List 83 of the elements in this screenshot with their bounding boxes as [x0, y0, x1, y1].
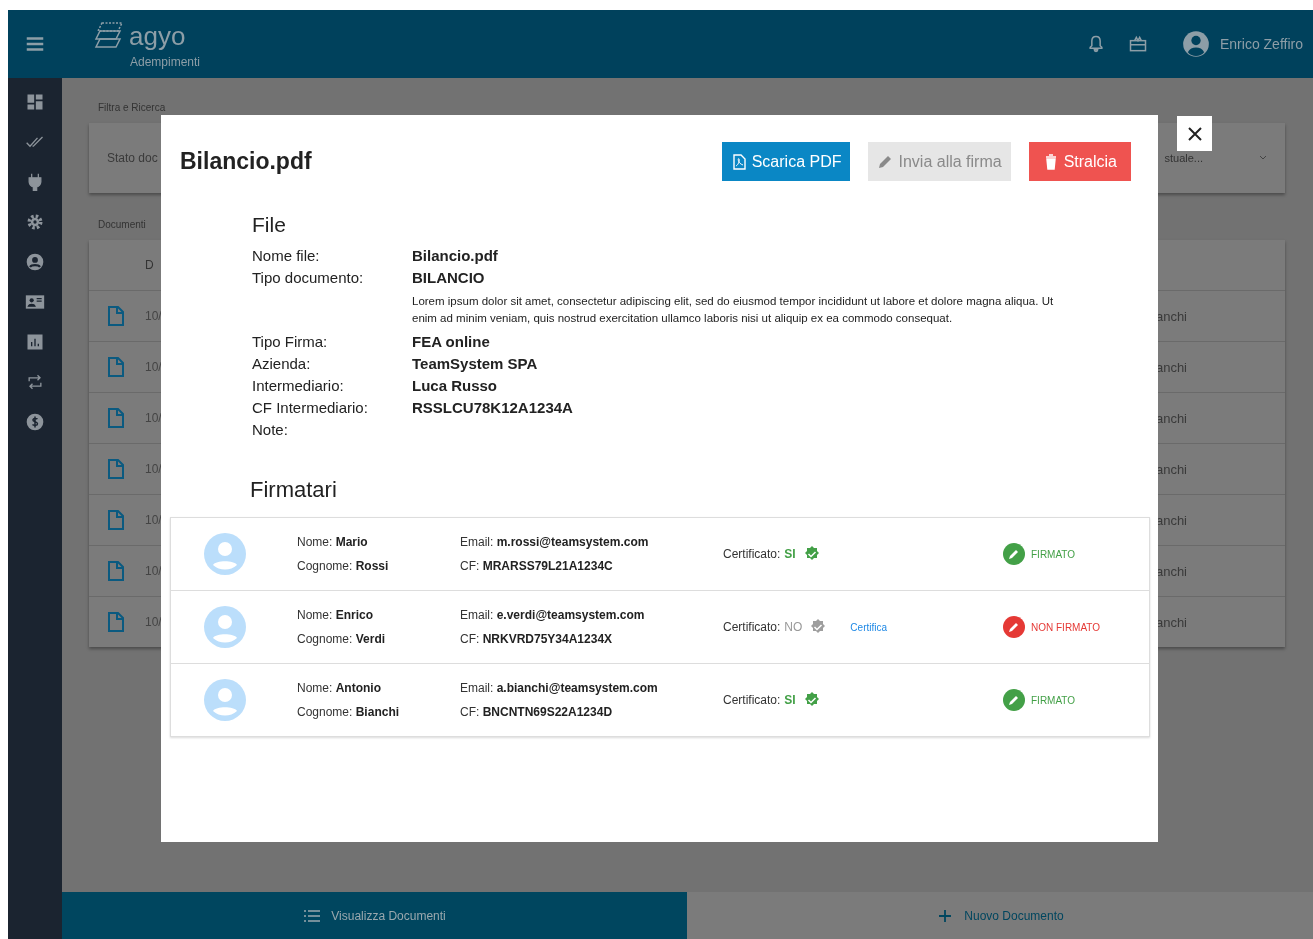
dollar-circle-icon[interactable]	[25, 412, 45, 432]
section-heading: File	[252, 213, 287, 237]
filter-field[interactable]: stuale...	[1164, 152, 1203, 164]
certificate-value: SI	[784, 547, 796, 561]
user-name[interactable]: Enrico Zeffiro	[1220, 36, 1303, 52]
field-value: Bilancio.pdf	[412, 247, 499, 265]
table-cell: 10/	[145, 309, 162, 323]
field-label: Note:	[252, 421, 289, 439]
section-heading: Firmatari	[250, 477, 338, 503]
signer-detail: Nome: Antonio	[297, 681, 382, 695]
table-cell: anchi	[1155, 410, 1187, 426]
dashboard-icon[interactable]	[25, 92, 45, 112]
signer-detail: CF: MRARSS79L21A1234C	[460, 559, 614, 573]
table-cell: anchi	[1155, 308, 1187, 324]
avatar-icon	[204, 679, 246, 721]
description-text: Lorem ipsum dolor sit amet, consectetur adipiscing elit, sed do eiusmod tempor incididunt ut labore et dolore magna aliqua. Ut enim ad minim veniam, quis nostrud exercitation ullamco laboris nisi ut aliquip ex ea commodo consequat.	[412, 294, 1055, 326]
field-value: TeamSystem SPA	[412, 355, 539, 373]
field-label: Tipo Firma:	[252, 333, 329, 351]
dialog-title: Bilancio.pdf	[180, 148, 312, 175]
bar-chart-icon[interactable]	[25, 332, 45, 352]
gear-icon[interactable]	[25, 212, 45, 232]
status-label: FIRMATO	[1031, 694, 1076, 706]
table-cell: anchi	[1155, 512, 1187, 528]
field-label: CF Intermediario:	[252, 399, 369, 417]
avatar-icon	[204, 533, 246, 575]
table-cell: anchi	[1155, 563, 1187, 579]
filter-field[interactable]: Stato doc	[107, 151, 158, 165]
gift-box-icon[interactable]	[1128, 34, 1148, 54]
column-header: D	[145, 258, 154, 272]
table-cell: 10/	[145, 360, 162, 374]
list-icon	[303, 907, 322, 924]
table-cell: anchi	[1155, 461, 1187, 477]
field-value: FEA online	[412, 333, 491, 351]
table-cell: 10/	[145, 564, 162, 578]
status-label: FIRMATO	[1031, 548, 1076, 560]
signer-detail: Email: m.rossi@teamsystem.com	[460, 535, 650, 549]
table-cell: 10/	[145, 411, 162, 425]
field-value: BILANCIO	[412, 269, 486, 287]
certificate-value: SI	[784, 693, 796, 707]
signer-detail: CF: BNCNTN69S22A1234D	[460, 705, 614, 719]
field-value: Luca Russo	[412, 377, 499, 395]
user-avatar-icon[interactable]	[1182, 30, 1210, 58]
close-button[interactable]	[1177, 116, 1212, 151]
account-circle-icon[interactable]	[25, 252, 45, 272]
field-label: Tipo documento:	[252, 269, 365, 287]
certify-link[interactable]: Certifica	[850, 621, 888, 633]
signer-detail: CF: NRKVRD75Y34A1234X	[460, 632, 614, 646]
signer-detail: Nome: Enrico	[297, 608, 375, 622]
certificate-label: Certificato:	[723, 620, 781, 634]
field-label: Azienda:	[252, 355, 312, 373]
avatar-icon	[204, 606, 246, 648]
app-name: agyo	[129, 23, 186, 49]
signer-detail: Cognome: Verdi	[297, 632, 387, 646]
delete-button[interactable]: Stralcia	[1028, 142, 1131, 181]
field-value: RSSLCU78K12A1234A	[412, 399, 574, 417]
bottom-tab[interactable]: Nuovo Documento	[687, 892, 1313, 939]
table-cell: 10/	[145, 615, 162, 629]
table-cell: 10/	[145, 462, 162, 476]
field-label: Intermediario:	[252, 377, 345, 395]
section-title: Filtra e Ricerca	[98, 102, 166, 113]
download-pdf-button[interactable]: Scarica PDF	[721, 142, 851, 181]
signer-detail: Nome: Mario	[297, 535, 369, 549]
signer-detail: Email: a.bianchi@teamsystem.com	[460, 681, 659, 695]
bell-icon[interactable]	[1086, 34, 1106, 54]
signer-detail: Cognome: Rossi	[297, 559, 390, 573]
signer-detail: Email: e.verdi@teamsystem.com	[460, 608, 646, 622]
pdf-file-icon	[730, 153, 747, 170]
contact-card-icon[interactable]	[25, 292, 45, 312]
signer-detail: Cognome: Bianchi	[297, 705, 401, 719]
certificate-value: NO	[784, 620, 803, 634]
pencil-icon	[877, 153, 894, 170]
section-title: Documenti	[98, 219, 146, 230]
module-name: Adempimenti	[130, 55, 201, 69]
close-icon	[1186, 125, 1203, 142]
field-label: Nome file:	[252, 247, 321, 265]
table-cell: 10/	[145, 513, 162, 527]
caret-icon	[1259, 155, 1267, 161]
certificate-label: Certificato:	[723, 693, 781, 707]
certificate-label: Certificato:	[723, 547, 781, 561]
status-label: NON FIRMATO	[1031, 621, 1101, 633]
table-cell: anchi	[1155, 614, 1187, 630]
bottom-tab[interactable]: Visualizza Documenti	[62, 892, 687, 939]
table-cell: anchi	[1155, 359, 1187, 375]
